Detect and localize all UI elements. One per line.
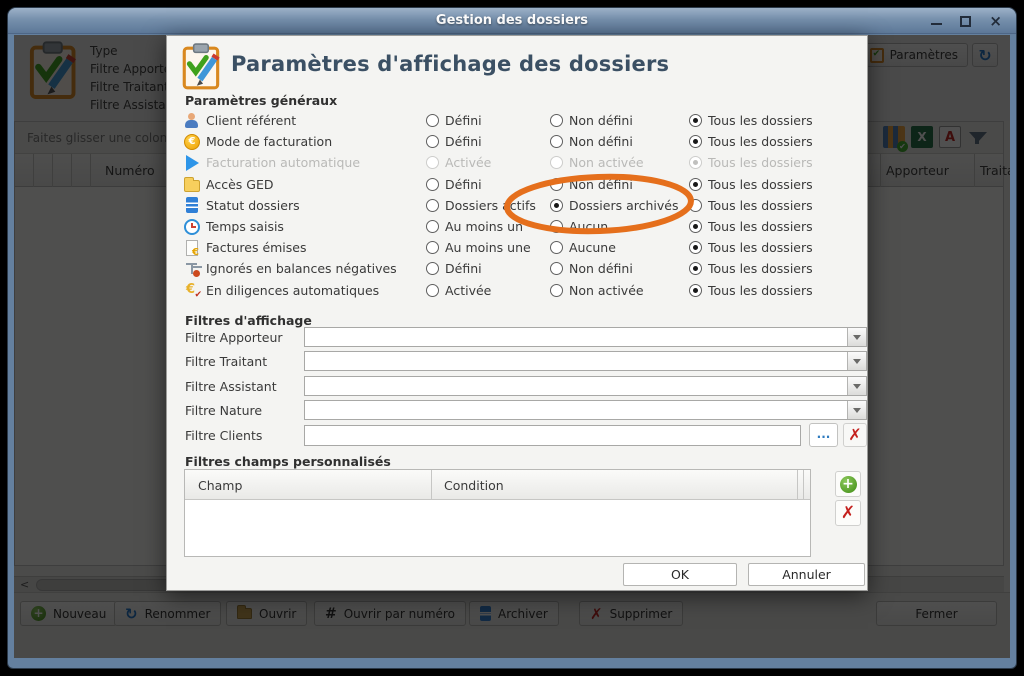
- param-row-statut-dossiers: Statut dossiers Dossiers actifs Dossiers…: [167, 195, 869, 216]
- radio-option: Tous les dossiers: [689, 155, 869, 170]
- radio-option[interactable]: Aucune: [550, 240, 689, 255]
- chevron-down-icon[interactable]: [847, 401, 866, 419]
- radio-option[interactable]: Dossiers actifs: [426, 198, 550, 213]
- radio-option[interactable]: Non défini: [550, 134, 689, 149]
- column-condition[interactable]: Condition: [431, 470, 801, 500]
- radio-option[interactable]: Tous les dossiers: [689, 113, 869, 128]
- radio-option: Activée: [426, 155, 550, 170]
- euro-coin-icon: €: [184, 133, 200, 150]
- browse-clients-button[interactable]: ...: [809, 423, 838, 447]
- person-icon: [184, 112, 200, 129]
- radio-option[interactable]: Tous les dossiers: [689, 177, 869, 192]
- filtre-apporteur-label: Filtre Apporteur: [185, 330, 283, 345]
- clipboard-check-icon: [181, 43, 223, 91]
- section-filtres-affichage: Filtres d'affichage: [185, 313, 312, 328]
- radio-option[interactable]: Non activée: [550, 283, 689, 298]
- close-icon[interactable]: ×: [989, 13, 1002, 29]
- radio-option[interactable]: Défini: [426, 134, 550, 149]
- radio-option[interactable]: Non défini: [550, 113, 689, 128]
- section-filtres-champs: Filtres champs personnalisés: [185, 454, 391, 469]
- chevron-down-icon[interactable]: [847, 352, 866, 370]
- remove-filter-button[interactable]: ✗: [835, 500, 861, 526]
- filtre-clients-label: Filtre Clients: [185, 428, 263, 443]
- section-parametres-generaux: Paramètres généraux: [185, 93, 338, 108]
- window-title: Gestion des dossiers: [435, 13, 589, 28]
- custom-filters-header: Champ Condition: [185, 470, 810, 500]
- radio-option[interactable]: Tous les dossiers: [689, 283, 869, 298]
- chevron-down-icon[interactable]: [847, 377, 866, 395]
- radio-option[interactable]: Activée: [426, 283, 550, 298]
- filtre-apporteur-combo[interactable]: [304, 327, 867, 347]
- display-settings-dialog: Paramètres d'affichage des dossiers Para…: [166, 35, 868, 591]
- ok-button[interactable]: OK: [623, 563, 737, 586]
- column-champ[interactable]: Champ: [185, 470, 431, 500]
- radio-option[interactable]: Tous les dossiers: [689, 134, 869, 149]
- param-row-client-referent: Client référent Défini Non défini Tous l…: [167, 110, 869, 131]
- param-row-factures-emises: Factures émises Au moins une Aucune Tous…: [167, 237, 869, 258]
- param-row-balances-negatives: Ignorés en balances négatives Défini Non…: [167, 258, 869, 279]
- add-filter-button[interactable]: +: [835, 471, 861, 497]
- dialog-title: Paramètres d'affichage des dossiers: [231, 52, 670, 76]
- filtre-assistant-combo[interactable]: [304, 376, 867, 396]
- radio-option[interactable]: Défini: [426, 177, 550, 192]
- radio-option[interactable]: Tous les dossiers: [689, 219, 869, 234]
- param-row-facturation-auto: Facturation automatique Activée Non acti…: [167, 152, 869, 173]
- radio-option[interactable]: Tous les dossiers: [689, 198, 869, 213]
- filtre-traitant-combo[interactable]: [304, 351, 867, 371]
- general-parameters: Client référent Défini Non défini Tous l…: [167, 110, 869, 301]
- plus-circle-icon: +: [839, 475, 857, 493]
- radio-option[interactable]: Tous les dossiers: [689, 261, 869, 276]
- invoice-icon: [186, 239, 199, 258]
- radio-option[interactable]: Au moins un: [426, 219, 550, 234]
- param-row-mode-facturation: € Mode de facturation Défini Non défini …: [167, 131, 869, 152]
- red-x-icon: ✗: [840, 503, 856, 523]
- radio-option[interactable]: Non défini: [550, 177, 689, 192]
- annuler-button[interactable]: Annuler: [748, 563, 865, 586]
- filtre-nature-label: Filtre Nature: [185, 403, 263, 418]
- radio-option: Non activée: [550, 155, 689, 170]
- clock-icon: [184, 218, 200, 235]
- clear-clients-button[interactable]: ✗: [843, 423, 867, 447]
- radio-option[interactable]: Défini: [426, 113, 550, 128]
- radio-option[interactable]: Tous les dossiers: [689, 240, 869, 255]
- param-row-temps-saisis: Temps saisis Au moins un Aucun Tous les …: [167, 216, 869, 237]
- play-icon: [186, 154, 199, 171]
- euro-check-icon: [184, 282, 202, 300]
- param-row-diligences-auto: En diligences automatiques Activée Non a…: [167, 280, 869, 301]
- radio-option[interactable]: Aucun: [550, 219, 689, 234]
- radio-option[interactable]: Non défini: [550, 261, 689, 276]
- filtre-traitant-label: Filtre Traitant: [185, 354, 268, 369]
- filtre-nature-combo[interactable]: [304, 400, 867, 420]
- titlebar[interactable]: Gestion des dossiers ×: [8, 8, 1016, 34]
- filtre-clients-input[interactable]: [304, 425, 801, 446]
- radio-option-dossiers-archives[interactable]: Dossiers archivés: [550, 198, 689, 213]
- drawer-icon: [186, 197, 198, 214]
- radio-option[interactable]: Au moins une: [426, 240, 550, 255]
- chevron-down-icon[interactable]: [847, 328, 866, 346]
- radio-option[interactable]: Défini: [426, 261, 550, 276]
- balance-icon: [184, 261, 200, 277]
- folder-icon: [184, 176, 200, 192]
- custom-filters-table: Champ Condition: [184, 469, 811, 557]
- maximize-icon[interactable]: [960, 15, 972, 27]
- minimize-icon[interactable]: [931, 23, 943, 25]
- param-row-acces-ged: Accès GED Défini Non défini Tous les dos…: [167, 174, 869, 195]
- filtre-assistant-label: Filtre Assistant: [185, 379, 277, 394]
